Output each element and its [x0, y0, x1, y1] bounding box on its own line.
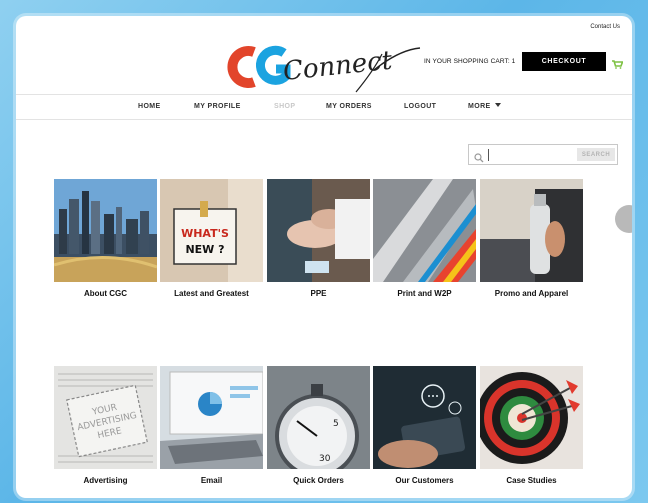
printing-press-image	[373, 179, 476, 282]
tile-label: PPE	[310, 289, 327, 298]
tile-quick-orders[interactable]: 5 30 Quick Orders	[267, 366, 370, 485]
nav-my-orders[interactable]: MY ORDERS	[326, 103, 372, 110]
hand-sanitizer-image	[267, 179, 370, 282]
cgconnect-logo[interactable]: Connect	[224, 40, 424, 100]
text-cursor	[488, 149, 489, 161]
tile-label: Case Studies	[506, 476, 557, 485]
svg-text:NEW ?: NEW ?	[185, 243, 224, 256]
tile-label: Our Customers	[395, 476, 454, 485]
tile-label: Email	[200, 476, 223, 485]
search-input[interactable]	[491, 147, 576, 162]
search-box: SEARCH	[468, 144, 618, 165]
shopping-cart-count[interactable]: IN YOUR SHOPPING CART: 1	[424, 58, 515, 65]
nav-shop[interactable]: SHOP	[274, 103, 295, 110]
nav-more[interactable]: MORE	[468, 103, 501, 110]
stopwatch-image: 5 30	[267, 366, 370, 469]
tile-about-cgc[interactable]: About CGC	[54, 179, 157, 298]
tile-ppe[interactable]: PPE	[267, 179, 370, 298]
logo-script-text: Connect	[282, 46, 395, 87]
newspaper-ad-image: YOUR ADVERTISING HERE	[54, 366, 157, 469]
svg-text:30: 30	[319, 454, 331, 464]
svg-text:5: 5	[333, 419, 339, 429]
tile-label: Latest and Greatest	[174, 289, 249, 298]
tile-advertising[interactable]: YOUR ADVERTISING HERE Advertising	[54, 366, 157, 485]
tile-our-customers[interactable]: Our Customers	[373, 366, 476, 485]
tile-label: Promo and Apparel	[494, 289, 569, 298]
nav-more-label: MORE	[468, 103, 491, 110]
nav-my-profile[interactable]: MY PROFILE	[194, 103, 241, 110]
tile-case-studies[interactable]: Case Studies	[480, 366, 583, 485]
svg-text:WHAT'S: WHAT'S	[181, 227, 229, 240]
contact-us-link[interactable]: Contact Us	[590, 24, 620, 30]
tile-label: About CGC	[83, 289, 128, 298]
dartboard-image	[480, 366, 583, 469]
caret-down-icon	[494, 103, 501, 107]
storefront-window: Contact Us Connect IN YOUR SHOPPING CART…	[16, 16, 632, 498]
carousel-next-dot[interactable]	[615, 205, 632, 233]
checkout-button[interactable]: CHECKOUT	[522, 52, 606, 71]
smartphone-chat-image	[373, 366, 476, 469]
search-button[interactable]: SEARCH	[577, 148, 615, 161]
cart-icon[interactable]	[612, 56, 624, 69]
water-bottle-image	[480, 179, 583, 282]
laptop-dashboard-image	[160, 366, 263, 469]
main-nav: HOME MY PROFILE SHOP MY ORDERS LOGOUT MO…	[16, 94, 632, 120]
tile-print-and-w2p[interactable]: Print and W2P	[373, 179, 476, 298]
nav-logout[interactable]: LOGOUT	[404, 103, 436, 110]
city-skyline-image	[54, 179, 157, 282]
tile-promo-and-apparel[interactable]: Promo and Apparel	[480, 179, 583, 298]
nav-home[interactable]: HOME	[138, 103, 161, 110]
search-icon	[474, 150, 484, 163]
whats-new-image: WHAT'S NEW ?	[160, 179, 263, 282]
tile-label: Advertising	[83, 476, 128, 485]
tile-label: Quick Orders	[293, 476, 344, 485]
tile-email[interactable]: Email	[160, 366, 263, 485]
tile-latest-and-greatest[interactable]: WHAT'S NEW ? Latest and Greatest	[160, 179, 263, 298]
tile-label: Print and W2P	[397, 289, 452, 298]
